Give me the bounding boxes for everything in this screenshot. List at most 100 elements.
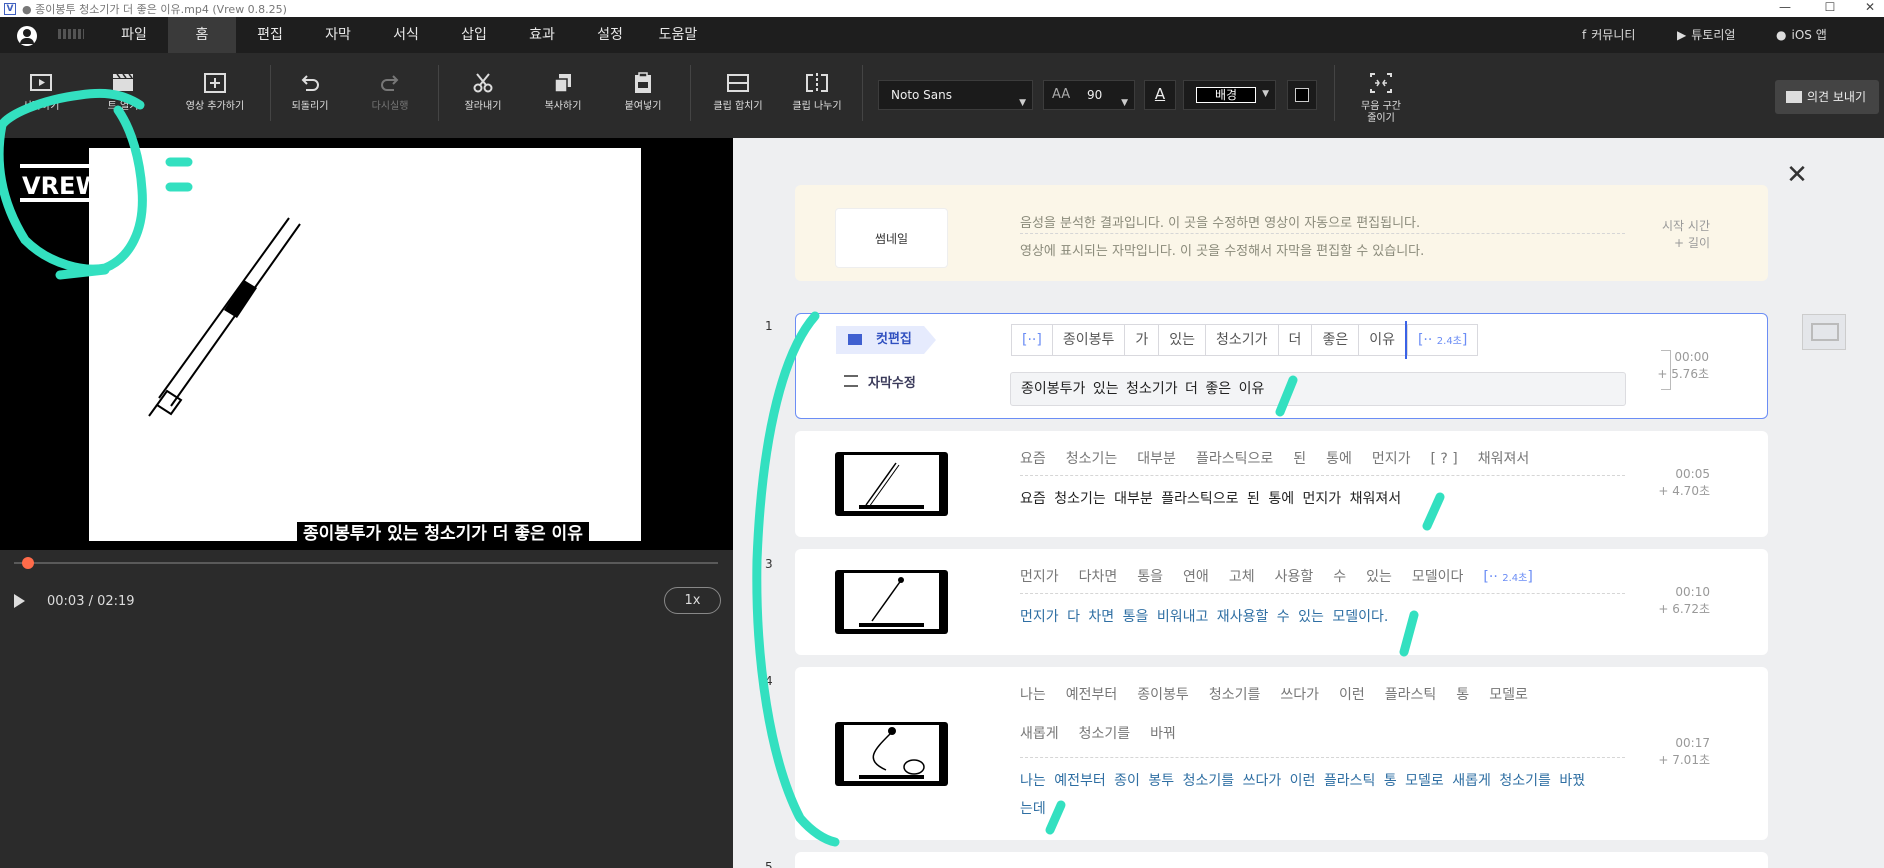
- open-project-button[interactable]: 트 열기: [88, 53, 158, 138]
- side-panel-toggle[interactable]: [1802, 314, 1846, 350]
- video-viewport[interactable]: 종이봉투가 있는 청소기가 더 좋은 이유 VREW: [0, 138, 733, 550]
- menu-home[interactable]: 홈: [168, 17, 236, 53]
- word[interactable]: 사용할: [1275, 569, 1314, 585]
- clip-subtitle[interactable]: 나는 예전부터 종이 봉투 청소기를 쓰다가 이런 플라스틱 통 모델로 새롭게…: [1020, 770, 1585, 790]
- word[interactable]: 플라스틱으로: [1196, 451, 1273, 467]
- word-chip[interactable]: 좋은: [1311, 324, 1360, 356]
- merge-clips-button[interactable]: 클립 합치기: [703, 53, 773, 138]
- ios-app-link[interactable]: ● iOS 앱: [1776, 17, 1827, 53]
- word[interactable]: 대부분: [1137, 451, 1176, 467]
- word-chip[interactable]: 가: [1124, 324, 1160, 356]
- video-preview-panel: 종이봉투가 있는 청소기가 더 좋은 이유 VREW 00:03 / 02:19…: [0, 138, 733, 868]
- clip-thumbnail[interactable]: [835, 722, 948, 786]
- tutorial-link[interactable]: ▶ 튜토리얼: [1677, 17, 1735, 53]
- user-avatar-icon[interactable]: [17, 26, 37, 46]
- menu-format[interactable]: 서식: [372, 17, 440, 53]
- font-size-select[interactable]: AA 90 ▼: [1043, 80, 1135, 110]
- word[interactable]: 플라스틱: [1385, 687, 1437, 703]
- reduce-silence-button[interactable]: 무음 구간 줄이기: [1346, 53, 1416, 138]
- word[interactable]: 청소기를: [1079, 726, 1131, 742]
- word[interactable]: 청소기를: [1209, 687, 1261, 703]
- menu-subtitle[interactable]: 자막: [304, 17, 372, 53]
- add-video-button[interactable]: 영상 추가하기: [180, 53, 250, 138]
- word[interactable]: 통에: [1326, 451, 1352, 467]
- word[interactable]: 연애: [1183, 569, 1209, 585]
- cut-edit-label: 컷편집: [876, 332, 912, 347]
- word[interactable]: [ ? ]: [1431, 451, 1458, 467]
- word[interactable]: 채워져서: [1478, 451, 1530, 467]
- paste-button[interactable]: 붙여넣기: [608, 53, 678, 138]
- word[interactable]: 요즘: [1020, 451, 1046, 467]
- clip-number: 2: [765, 440, 773, 454]
- word[interactable]: 나는: [1020, 687, 1046, 703]
- menu-settings[interactable]: 설정: [576, 17, 644, 53]
- clip-card-5[interactable]: [795, 852, 1768, 868]
- word[interactable]: 청소기는: [1066, 451, 1118, 467]
- word[interactable]: 예전부터: [1066, 687, 1118, 703]
- timeline-scrubber[interactable]: [14, 562, 718, 564]
- word[interactable]: 종이봉투: [1137, 687, 1189, 703]
- clip-card-4[interactable]: 나는 예전부터 종이봉투 청소기를 쓰다가 이런 플라스틱 통 모델로 새롭게 청소기를 바꿔 나는…: [795, 667, 1768, 840]
- community-link[interactable]: f 커뮤니티: [1582, 17, 1635, 53]
- clip-thumbnail[interactable]: [835, 452, 948, 516]
- bg-color-swatch[interactable]: [1287, 80, 1317, 110]
- word[interactable]: 먼지가: [1372, 451, 1411, 467]
- clip-subtitle[interactable]: 요즘 청소기는 대부분 플라스틱으로 된 통에 먼지가 채워져서: [1020, 488, 1401, 508]
- silence-chip[interactable]: [·· 2.4초]: [1406, 324, 1479, 356]
- word-chip[interactable]: 있는: [1158, 324, 1207, 356]
- word[interactable]: 다차면: [1079, 569, 1118, 585]
- clip-card-1[interactable]: 컷편집 자막수정 [··] 종이봉투 가 있는 청소기가 더 좋은 이유 [··…: [795, 313, 1768, 419]
- minimize-button[interactable]: —: [1765, 0, 1805, 17]
- play-icon[interactable]: [14, 594, 25, 608]
- menu-edit[interactable]: 편집: [236, 17, 304, 53]
- word[interactable]: 모델이다: [1412, 569, 1464, 585]
- word-chip[interactable]: 이유: [1358, 324, 1406, 356]
- word[interactable]: 바꿔: [1150, 726, 1176, 742]
- close-icon[interactable]: ✕: [1782, 160, 1812, 190]
- copy-button[interactable]: 복사하기: [528, 53, 598, 138]
- word[interactable]: 먼지가: [1020, 569, 1059, 585]
- word-chip[interactable]: 청소기가: [1205, 324, 1279, 356]
- menu-effects[interactable]: 효과: [508, 17, 576, 53]
- window-close-button[interactable]: ✕: [1850, 0, 1884, 17]
- word[interactable]: 고체: [1229, 569, 1255, 585]
- split-clips-label: 클립 나누기: [792, 101, 842, 112]
- clip-thumbnail[interactable]: [835, 570, 948, 634]
- split-clips-button[interactable]: 클립 나누기: [782, 53, 852, 138]
- background-select[interactable]: 배경 ▼: [1183, 80, 1276, 110]
- word-chip[interactable]: [··]: [1011, 324, 1053, 356]
- clip-start: 00:10: [1675, 585, 1710, 599]
- subtitle-input[interactable]: 종이봉투가 있는 청소기가 더 좋은 이유: [1010, 372, 1626, 406]
- word[interactable]: 모델로: [1489, 687, 1528, 703]
- scrubber-handle[interactable]: [22, 557, 35, 569]
- word[interactable]: 쓰다가: [1280, 687, 1319, 703]
- new-project-button[interactable]: 시작하기: [6, 53, 76, 138]
- word-chip[interactable]: 더: [1277, 324, 1313, 356]
- menu-help[interactable]: 도움말: [644, 17, 712, 53]
- word[interactable]: 새롭게: [1020, 726, 1059, 742]
- reduce-silence-label-1: 무음 구간: [1361, 101, 1401, 112]
- font-family-select[interactable]: Noto Sans ▼: [878, 80, 1033, 110]
- undo-button[interactable]: 되돌리기: [275, 53, 345, 138]
- clip-card-3[interactable]: 먼지가 다차면 통을 연애 고체 사용할 수 있는 모델이다 [·· 2.4초] 먼지가 다 차면…: [795, 549, 1768, 655]
- feedback-button[interactable]: 의견 보내기: [1775, 80, 1879, 114]
- menu-file[interactable]: 파일: [100, 17, 168, 53]
- word[interactable]: 수: [1333, 569, 1346, 585]
- word[interactable]: 된: [1293, 451, 1306, 467]
- word-chip[interactable]: 종이봉투: [1051, 324, 1126, 356]
- silence-marker[interactable]: [·· 2.4초]: [1483, 569, 1532, 585]
- word[interactable]: 이런: [1339, 687, 1365, 703]
- maximize-button[interactable]: ☐: [1810, 0, 1850, 17]
- clip-card-2[interactable]: 요즘 청소기는 대부분 플라스틱으로 된 통에 먼지가 [ ? ] 채워져서 요즘 청소기는 대…: [795, 431, 1768, 537]
- word[interactable]: 통: [1456, 687, 1469, 703]
- clip-subtitle[interactable]: 먼지가 다 차면 통을 비워내고 재사용할 수 있는 모델이다.: [1020, 606, 1388, 626]
- clip-subtitle-wrap[interactable]: 는데: [1020, 798, 1046, 818]
- word[interactable]: 있는: [1366, 569, 1392, 585]
- word[interactable]: 통을: [1137, 569, 1163, 585]
- cut-button[interactable]: 잘라내기: [448, 53, 518, 138]
- redo-button[interactable]: 다시실행: [355, 53, 425, 138]
- menu-insert[interactable]: 삽입: [440, 17, 508, 53]
- cut-edit-tab[interactable]: 컷편집: [836, 326, 936, 354]
- playback-speed-button[interactable]: 1x: [664, 587, 721, 614]
- text-color-button[interactable]: A: [1144, 80, 1176, 110]
